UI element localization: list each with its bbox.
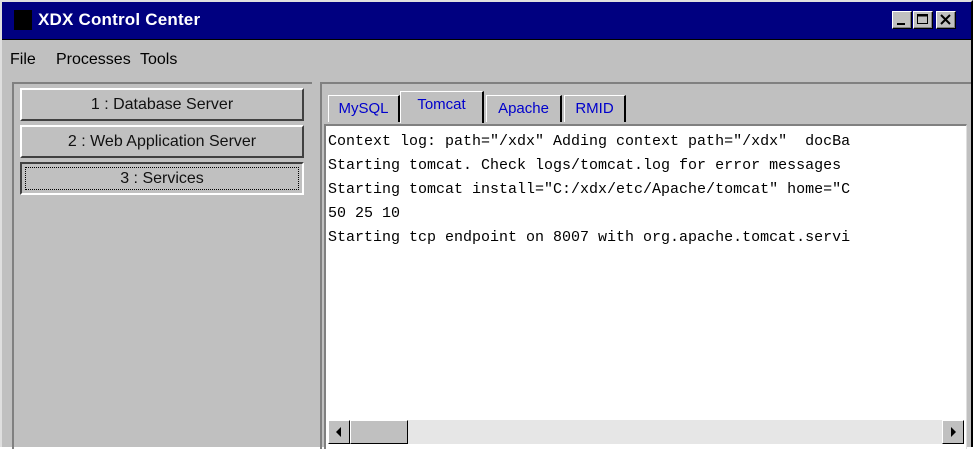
log-line: Context log: path="/xdx" Adding context … — [328, 133, 851, 150]
scroll-left-button[interactable] — [328, 420, 350, 444]
tab-mysql[interactable]: MySQL — [328, 95, 400, 122]
process-tab-pane: MySQL Tomcat Apache RMID Context log: pa… — [320, 82, 971, 449]
log-line: Starting tcp endpoint on 8007 with org.a… — [328, 229, 851, 246]
log-line: Starting tomcat install="C:/xdx/etc/Apac… — [328, 181, 851, 198]
menu-processes[interactable]: Processes — [56, 51, 131, 69]
nav-services-button[interactable]: 3 : Services — [20, 162, 304, 195]
app-window: XDX Control Center File Processes Tools … — [0, 0, 973, 449]
log-line: 50 25 10 — [328, 205, 401, 222]
nav-web-application-server-button[interactable]: 2 : Web Application Server — [20, 125, 304, 158]
menu-tools[interactable]: Tools — [140, 51, 177, 69]
log-text-area[interactable]: Context log: path="/xdx" Adding context … — [324, 124, 967, 449]
tab-apache[interactable]: Apache — [486, 95, 562, 122]
window-title: XDX Control Center — [38, 10, 201, 29]
scroll-right-arrow-icon — [951, 427, 956, 437]
maximize-icon — [917, 14, 928, 24]
close-icon — [940, 14, 951, 25]
tab-tomcat[interactable]: Tomcat — [400, 91, 484, 123]
title-bar[interactable]: XDX Control Center — [2, 2, 971, 40]
menu-bar: File Processes Tools — [2, 46, 971, 74]
app-icon — [14, 10, 32, 30]
nav-button-label: 1 : Database Server — [90, 96, 234, 113]
scroll-thumb[interactable] — [350, 420, 408, 444]
menu-file[interactable]: File — [10, 51, 36, 69]
scroll-left-arrow-icon — [336, 427, 341, 437]
log-line: Starting tomcat. Check logs/tomcat.log f… — [328, 157, 842, 174]
scroll-right-button[interactable] — [942, 420, 964, 444]
nav-button-label: 2 : Web Application Server — [67, 133, 257, 150]
focus-rectangle — [25, 167, 299, 190]
tab-rmid[interactable]: RMID — [564, 95, 626, 122]
close-button[interactable] — [936, 11, 956, 29]
horizontal-scrollbar[interactable] — [328, 420, 964, 444]
log-output: Context log: path="/xdx" Adding context … — [328, 130, 962, 414]
server-nav-panel: 1 : Database Server 2 : Web Application … — [12, 82, 312, 449]
maximize-button[interactable] — [913, 11, 933, 29]
minimize-button[interactable] — [892, 11, 912, 29]
minimize-icon — [897, 23, 905, 25]
nav-database-server-button[interactable]: 1 : Database Server — [20, 88, 304, 121]
